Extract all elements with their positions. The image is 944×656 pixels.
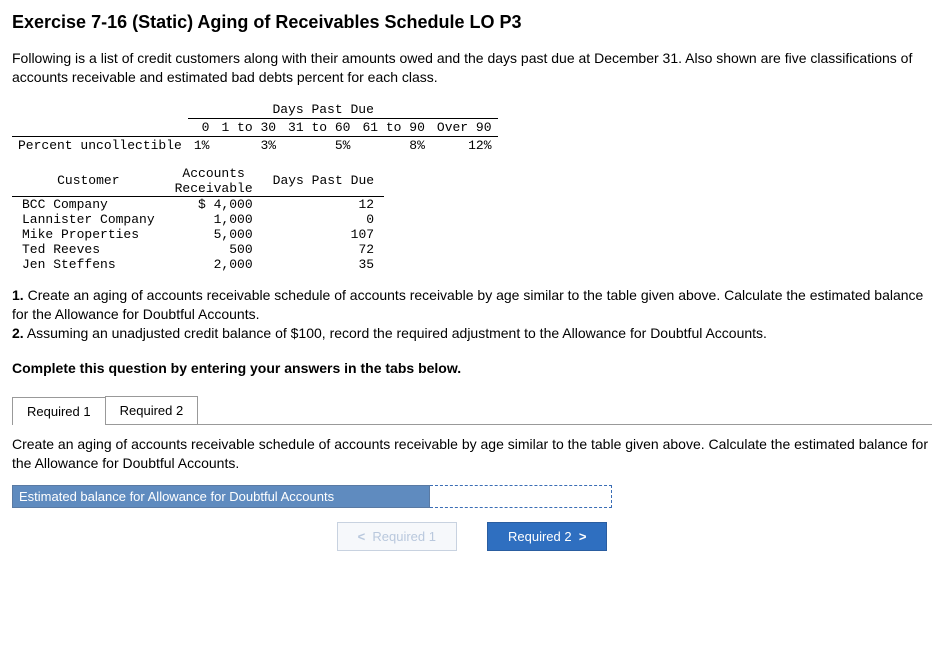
cust-dpd: 107 [263,227,384,242]
requirement-2: 2. Assuming an unadjusted credit balance… [12,324,932,343]
bucket-4: Over 90 [431,118,498,136]
pct-1: 3% [215,136,282,154]
tab-required-2[interactable]: Required 2 [105,396,199,424]
cust-name: Ted Reeves [12,242,165,257]
cust-ar: 500 [165,242,263,257]
customers-table: Customer AccountsReceivable Days Past Du… [12,166,384,272]
tab-required-1[interactable]: Required 1 [12,397,106,425]
cust-name: Jen Steffens [12,257,165,272]
req-1-number: 1. [12,287,24,303]
cust-name: BCC Company [12,196,165,212]
table-row: Lannister Company 1,000 0 [12,212,384,227]
cust-dpd: 35 [263,257,384,272]
col-customer: Customer [12,166,165,197]
estimated-balance-input[interactable] [430,486,612,508]
req-1-text: Create an aging of accounts receivable s… [12,287,923,322]
intro-paragraph: Following is a list of credit customers … [12,49,932,87]
col-ar: AccountsReceivable [165,166,263,197]
nav-buttons: < Required 1 Required 2 > [12,522,932,551]
percent-row-label: Percent uncollectible [12,136,188,154]
chevron-right-icon: > [579,529,587,544]
prev-button: < Required 1 [337,522,457,551]
days-past-due-header: Days Past Due [215,101,430,119]
tabs-bar: Required 1 Required 2 [12,396,932,425]
table-row: Ted Reeves 500 72 [12,242,384,257]
cust-ar: 2,000 [165,257,263,272]
col-dpd: Days Past Due [263,166,384,197]
cust-dpd: 12 [263,196,384,212]
req-2-number: 2. [12,325,24,341]
cust-name: Lannister Company [12,212,165,227]
pct-2: 5% [282,136,356,154]
bucket-0: 0 [188,118,216,136]
blank-cell [12,101,188,119]
estimated-balance-label: Estimated balance for Allowance for Doub… [13,486,430,508]
requirement-1: 1. Create an aging of accounts receivabl… [12,286,932,324]
active-tab-description: Create an aging of accounts receivable s… [12,435,932,473]
pct-3: 8% [356,136,430,154]
cust-dpd: 0 [263,212,384,227]
cust-ar: $ 4,000 [165,196,263,212]
table-row: Jen Steffens 2,000 35 [12,257,384,272]
next-button-label: Required 2 [508,529,572,544]
pct-0: 1% [188,136,216,154]
cust-dpd: 72 [263,242,384,257]
cust-ar: 5,000 [165,227,263,242]
bucket-2: 31 to 60 [282,118,356,136]
chevron-left-icon: < [358,529,366,544]
bucket-1: 1 to 30 [215,118,282,136]
table-row: BCC Company $ 4,000 12 [12,196,384,212]
answer-table: Estimated balance for Allowance for Doub… [12,485,612,508]
next-button[interactable]: Required 2 > [487,522,607,551]
cust-ar: 1,000 [165,212,263,227]
percent-table: Days Past Due 0 1 to 30 31 to 60 61 to 9… [12,101,498,154]
prev-button-label: Required 1 [372,529,436,544]
page-title: Exercise 7-16 (Static) Aging of Receivab… [12,12,932,33]
requirements-list: 1. Create an aging of accounts receivabl… [12,286,932,343]
pct-4: 12% [431,136,498,154]
cust-name: Mike Properties [12,227,165,242]
complete-prompt: Complete this question by entering your … [12,360,932,376]
req-2-text: Assuming an unadjusted credit balance of… [27,325,767,341]
table-row: Mike Properties 5,000 107 [12,227,384,242]
bucket-3: 61 to 90 [356,118,430,136]
